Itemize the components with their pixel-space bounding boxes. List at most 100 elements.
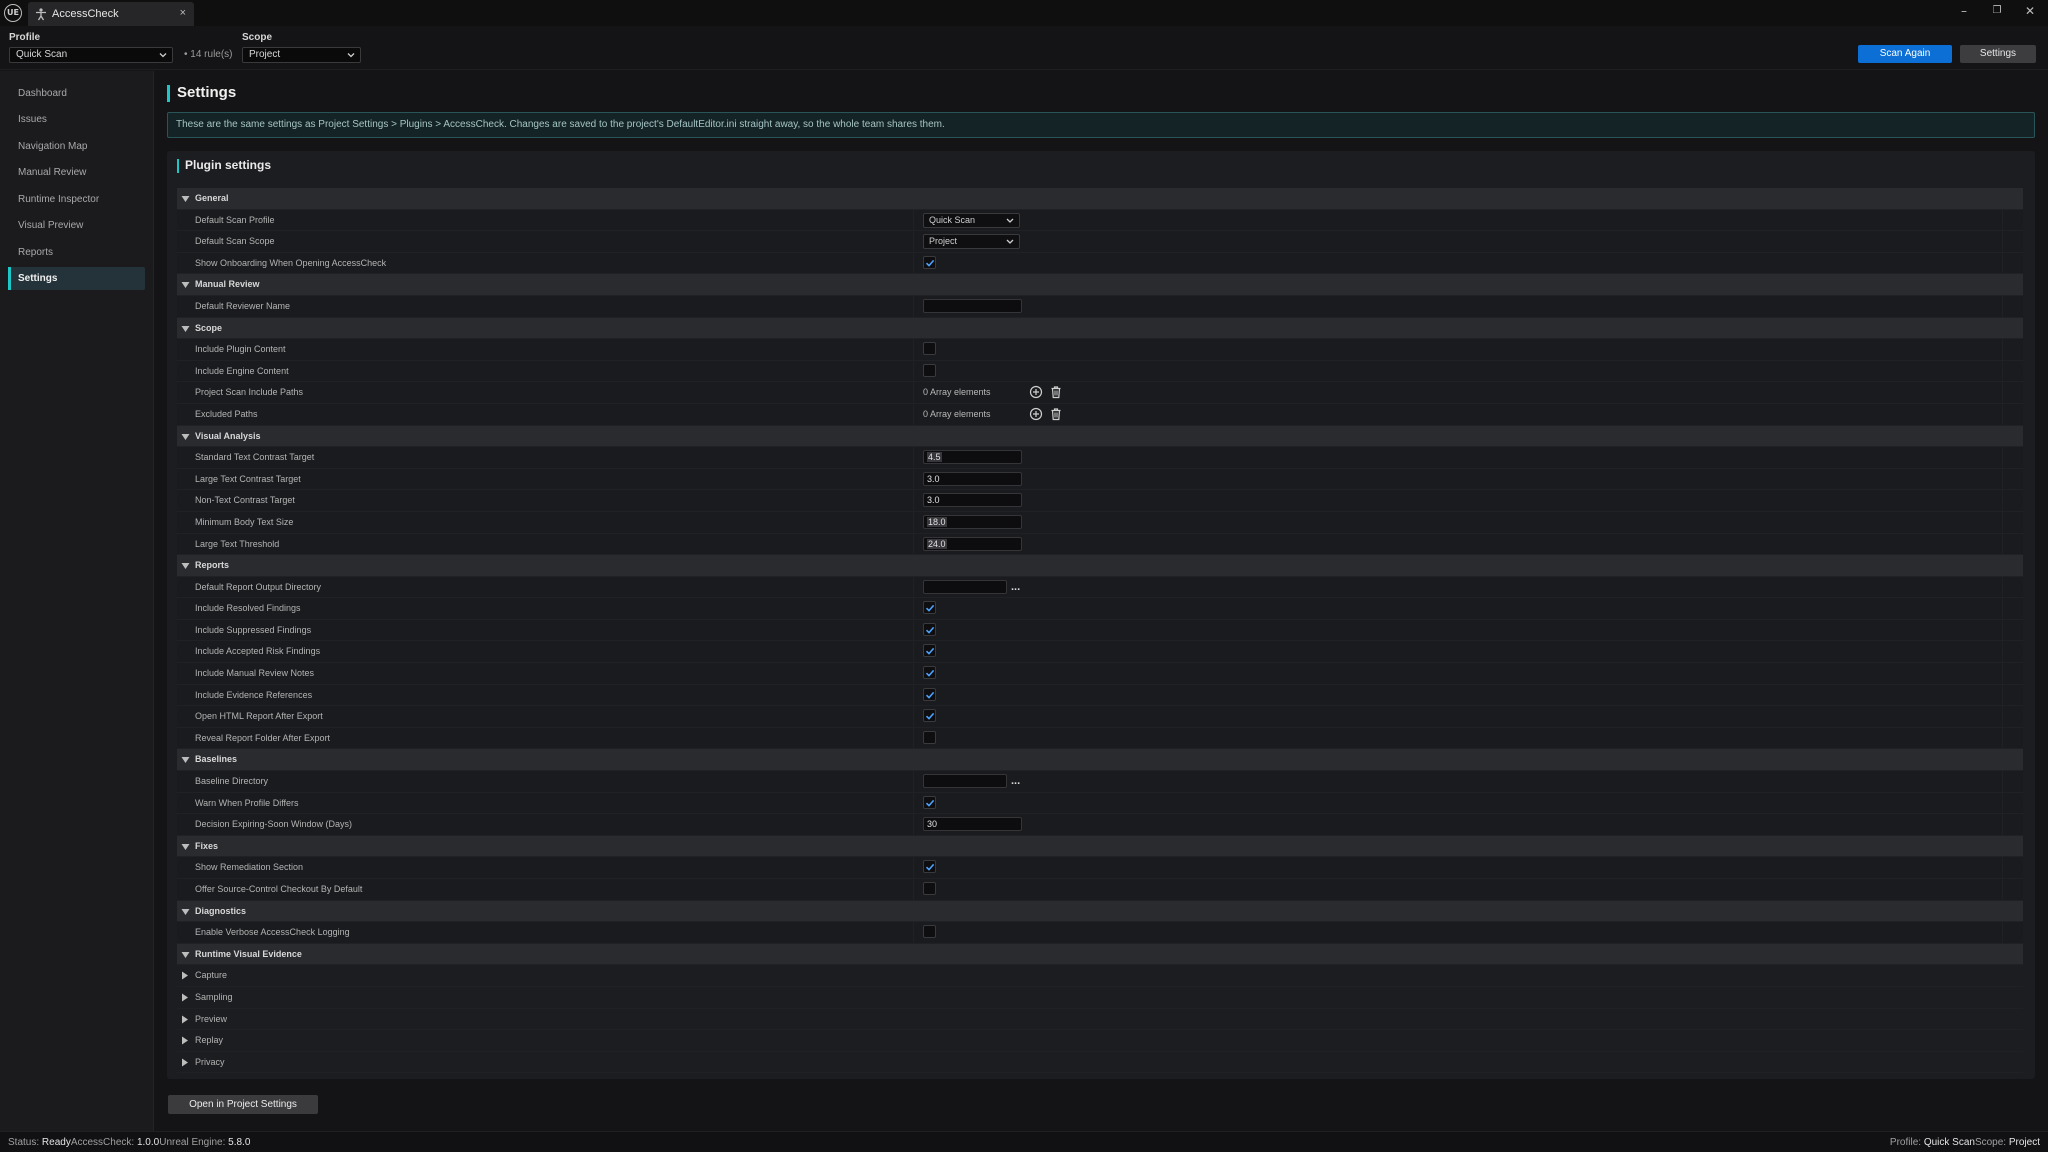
subcategory-preview[interactable]: Preview	[177, 1008, 2023, 1031]
report-output-directory-input[interactable]	[923, 579, 1007, 594]
sidebar-item-settings[interactable]: Settings	[8, 267, 145, 290]
sidebar-item-manual-review[interactable]: Manual Review	[8, 161, 145, 184]
category-diagnostics[interactable]: Diagnostics	[177, 900, 2023, 923]
accessibility-icon	[36, 8, 46, 21]
minimize-icon[interactable]: –	[1954, 2, 1974, 20]
sidebar-item-visual-preview[interactable]: Visual Preview	[8, 214, 145, 237]
subcategory-replay[interactable]: Replay	[177, 1030, 2023, 1052]
non-text-contrast-input[interactable]: 3.0	[923, 493, 1022, 508]
open-in-project-settings-button[interactable]: Open in Project Settings	[168, 1095, 318, 1114]
reveal-report-folder-checkbox[interactable]	[923, 730, 936, 744]
caret-right-icon	[182, 971, 188, 980]
category-label: General	[195, 193, 229, 203]
close-icon[interactable]: ✕	[2020, 2, 2040, 20]
checkmark-icon	[925, 669, 935, 677]
property-row: Project Scan Include Paths 0 Array eleme…	[177, 382, 2023, 404]
browse-button[interactable]: ...	[1011, 775, 1020, 787]
sidebar-item-issues[interactable]: Issues	[8, 108, 145, 131]
offer-checkout-checkbox[interactable]	[923, 882, 936, 895]
subcategory-sampling[interactable]: Sampling	[177, 986, 2023, 1009]
category-manual-review[interactable]: Manual Review	[177, 274, 2023, 296]
subcategory-privacy[interactable]: Privacy	[177, 1051, 2023, 1074]
category-label: Baselines	[195, 754, 238, 765]
scan-again-button[interactable]: Scan Again	[1858, 45, 1952, 63]
category-fixes[interactable]: Fixes	[177, 835, 2023, 858]
checkmark-icon	[925, 713, 935, 721]
property-row: Enable Verbose AccessCheck Logging	[177, 922, 2023, 944]
checkmark-icon	[925, 691, 935, 699]
category-runtime-visual-evidence[interactable]: Runtime Visual Evidence	[177, 943, 2023, 966]
scope-value: Project	[249, 49, 281, 60]
property-label: Large Text Threshold	[195, 538, 280, 549]
include-accepted-risk-checkbox[interactable]	[923, 644, 936, 658]
sidebar-item-reports[interactable]: Reports	[8, 241, 145, 264]
sidebar-item-runtime-inspector[interactable]: Runtime Inspector	[8, 188, 145, 211]
warn-profile-differs-checkbox[interactable]	[923, 795, 936, 809]
chevron-down-icon	[159, 53, 167, 58]
property-label: Project Scan Include Paths	[195, 387, 304, 398]
category-scope[interactable]: Scope	[177, 317, 2023, 340]
include-evidence-references-checkbox[interactable]	[923, 687, 936, 701]
sidebar-item-navigation-map[interactable]: Navigation Map	[8, 135, 145, 158]
add-element-icon[interactable]	[1029, 407, 1043, 421]
large-text-threshold-input[interactable]: 24.0	[923, 536, 1022, 551]
category-visual-analysis[interactable]: Visual Analysis	[177, 425, 2023, 448]
trash-icon[interactable]	[1049, 385, 1063, 399]
include-plugin-content-checkbox[interactable]	[923, 342, 936, 356]
directory-picker: ...	[923, 579, 1020, 594]
trash-icon[interactable]	[1049, 407, 1063, 421]
number-value: 24.0	[927, 538, 947, 549]
verbose-logging-checkbox[interactable]	[923, 925, 936, 939]
property-row: Minimum Body Text Size 18.0	[177, 511, 2023, 534]
details-grid: General Default Scan Profile Quick Scan …	[177, 188, 2023, 1074]
property-label: Default Scan Profile	[195, 214, 275, 225]
large-text-contrast-input[interactable]: 3.0	[923, 471, 1022, 486]
show-onboarding-checkbox[interactable]	[923, 255, 936, 269]
tab-accesscheck[interactable]: AccessCheck ×	[28, 2, 194, 26]
restore-icon[interactable]: ❐	[1987, 2, 2007, 20]
include-engine-content-checkbox[interactable]	[923, 363, 936, 377]
property-label: Show Remediation Section	[195, 862, 304, 873]
sidebar: Dashboard Issues Navigation Map Manual R…	[0, 71, 154, 1131]
category-reports[interactable]: Reports	[177, 555, 2023, 577]
property-row: Non-Text Contrast Target 3.0	[177, 490, 2023, 512]
expiring-soon-window-input[interactable]: 30	[923, 817, 1022, 832]
profile-dropdown[interactable]: Quick Scan	[9, 47, 173, 63]
unreal-logo-icon[interactable]: UE	[4, 4, 22, 22]
subcategory-capture[interactable]: Capture	[177, 965, 2023, 987]
min-body-text-size-input[interactable]: 18.0	[923, 514, 1022, 529]
open-html-report-checkbox[interactable]	[923, 709, 936, 723]
status-profile-value: Quick Scan	[1923, 1137, 1975, 1148]
include-suppressed-checkbox[interactable]	[923, 622, 936, 636]
settings-button[interactable]: Settings	[1960, 45, 2036, 63]
default-scan-profile-dropdown[interactable]: Quick Scan	[923, 212, 1020, 228]
default-reviewer-name-input[interactable]	[923, 298, 1022, 313]
property-row: Default Scan Profile Quick Scan	[177, 209, 2023, 232]
property-row: Decision Expiring-Soon Window (Days) 30	[177, 814, 2023, 836]
property-label: Default Scan Scope	[195, 236, 275, 247]
caret-right-icon	[182, 1036, 188, 1045]
rule-count: • 14 rule(s)	[184, 49, 233, 60]
caret-right-icon	[182, 993, 188, 1002]
baseline-directory-input[interactable]	[923, 774, 1007, 789]
tab-close-icon[interactable]: ×	[180, 7, 186, 19]
caret-down-icon	[181, 757, 190, 764]
caret-right-icon	[182, 1058, 188, 1067]
add-element-icon[interactable]	[1029, 385, 1043, 399]
property-row: Warn When Profile Differs	[177, 792, 2023, 815]
standard-text-contrast-input[interactable]: 4.5	[923, 450, 1022, 465]
category-general[interactable]: General	[177, 188, 2023, 210]
browse-button[interactable]: ...	[1011, 581, 1020, 593]
caret-down-icon	[181, 282, 190, 289]
property-label: Open HTML Report After Export	[195, 711, 323, 722]
category-label: Fixes	[195, 840, 219, 851]
include-manual-review-notes-checkbox[interactable]	[923, 666, 936, 680]
default-scan-scope-dropdown[interactable]: Project	[923, 234, 1020, 250]
directory-picker: ...	[923, 774, 1020, 789]
scope-dropdown[interactable]: Project	[242, 47, 361, 63]
include-resolved-checkbox[interactable]	[923, 601, 936, 615]
plugin-settings-panel: Plugin settings General Default Scan Pro…	[167, 151, 2035, 1079]
category-baselines[interactable]: Baselines	[177, 749, 2023, 772]
sidebar-item-dashboard[interactable]: Dashboard	[8, 82, 145, 105]
show-remediation-checkbox[interactable]	[923, 860, 936, 874]
